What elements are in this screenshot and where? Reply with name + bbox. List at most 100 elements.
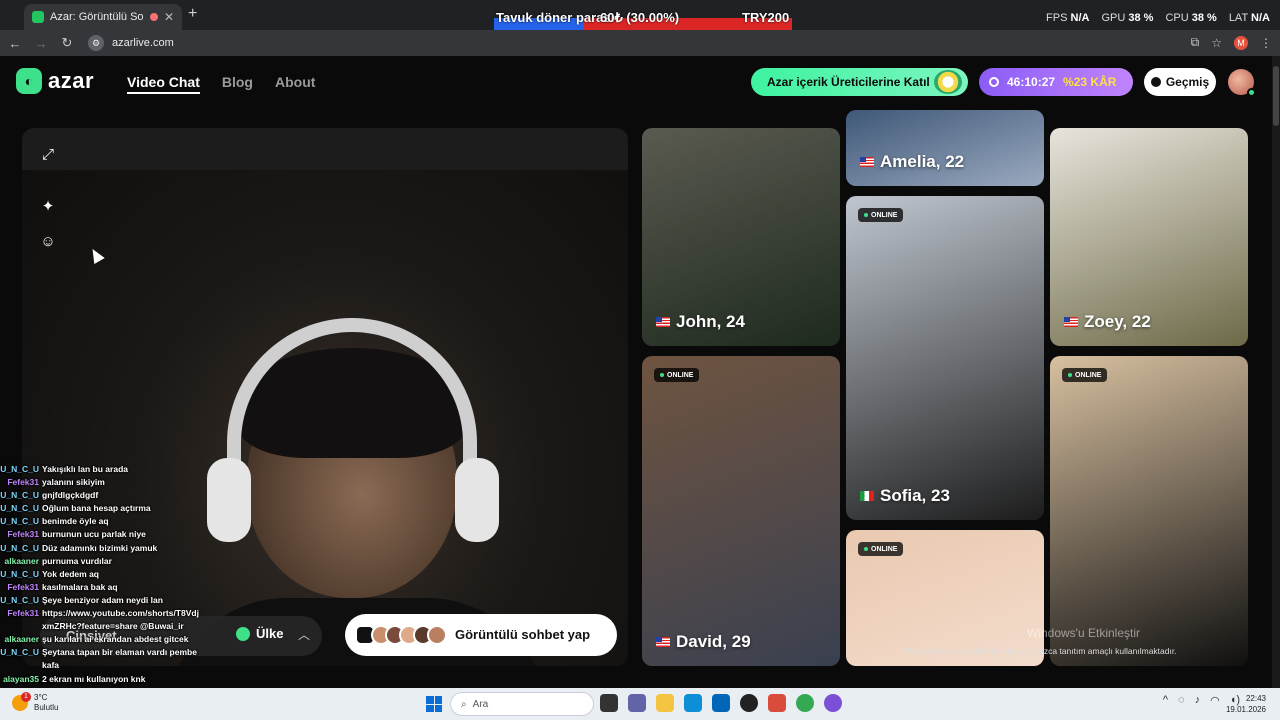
site-info-icon[interactable]: ⚙ — [88, 35, 104, 51]
search-icon: ⌕ — [461, 698, 467, 710]
chat-username: alkaaner — [4, 555, 40, 566]
model-name-text: Zoey, 22 — [1084, 312, 1151, 331]
taskbar-clock[interactable]: 22:43 19.01.2026 — [1226, 693, 1266, 715]
model-name: John, 24 — [656, 312, 745, 332]
chat-text: şu karıları ai ekrandan abdest gitcek — [42, 634, 189, 645]
address-bar[interactable]: ⚙ azarlive.com — [88, 35, 174, 51]
online-badge: ONLINE — [858, 542, 904, 556]
forward-icon[interactable]: → — [30, 36, 52, 51]
weather-widget[interactable]: 1 3°C Bulutlu — [12, 692, 58, 713]
usa-flag-icon — [860, 157, 874, 167]
model-name-text: John, 24 — [676, 312, 745, 331]
page-scrollbar[interactable] — [1272, 56, 1280, 688]
chat-message: U_N_C_U Yakışıklı lan bu arada — [0, 463, 230, 476]
model-name: Zoey, 22 — [1064, 312, 1151, 332]
chat-username: U_N_C_U — [0, 594, 39, 605]
install-app-icon[interactable]: ⧉ — [1191, 35, 1200, 50]
start-video-chat-button[interactable]: Görüntülü sohbet yap — [345, 614, 617, 656]
wifi-icon[interactable]: ◠ — [1210, 694, 1220, 707]
user-avatar[interactable] — [1228, 69, 1256, 97]
windows-taskbar: 1 3°C Bulutlu ⌕ Ara ^ ◌ ♪ ◠ ◖) 22:43 19.0… — [0, 688, 1280, 720]
performance-overlay: FPS N/A GPU 38 % CPU 38 % LAT N/A — [1046, 12, 1270, 24]
network-icon[interactable]: ◌ — [1178, 694, 1185, 707]
avatar — [427, 625, 447, 645]
taskbar-search[interactable]: ⌕ Ara — [450, 692, 594, 716]
face-filter-icon[interactable]: ☺ — [38, 231, 58, 251]
lat-readout: LAT N/A — [1228, 12, 1270, 24]
chevron-up-icon[interactable]: ︿ — [298, 626, 310, 643]
browser-tab[interactable]: Azar: Görüntülü Sohbet & Vide ✕ — [24, 4, 182, 30]
reload-icon[interactable]: ↻ — [56, 35, 78, 51]
chat-message: xmZRHc?feature=share @Buwai_ir — [0, 620, 230, 633]
chrome-icon[interactable] — [796, 694, 814, 712]
chat-text: Oğlum bana hesap açtırma — [42, 503, 151, 514]
model-card[interactable]: ONLINE Sofia, 23 — [846, 196, 1044, 520]
promo-timer-button[interactable]: 46:10:27 %23 KÂR — [979, 68, 1133, 96]
expand-icon[interactable]: ⤢ — [38, 144, 58, 164]
chat-text: burnunun ucu parlak niye — [42, 529, 146, 540]
new-tab-button[interactable]: + — [188, 5, 197, 23]
scrollbar-thumb[interactable] — [1273, 66, 1279, 126]
nav-video-chat[interactable]: Video Chat — [127, 74, 200, 94]
clock-date: 19.01.2026 — [1225, 705, 1266, 714]
menu-kebab-icon[interactable]: ⋮ — [1260, 36, 1272, 50]
close-tab-icon[interactable]: ✕ — [164, 10, 174, 24]
chevron-up-icon[interactable]: ^ — [1163, 694, 1168, 707]
file-explorer-icon[interactable] — [656, 694, 674, 712]
chat-text: kasılmalara bak aq — [42, 581, 118, 592]
model-name-text: Amelia, 22 — [880, 152, 965, 171]
chat-text: xmZRHc?feature=share @Buwai_ir — [42, 621, 184, 632]
chrome-profile-icon[interactable] — [824, 694, 842, 712]
site-header: ◐ azar Video Chat Blog About Azar içerik… — [0, 56, 1280, 108]
bookmark-star-icon[interactable]: ☆ — [1211, 36, 1222, 50]
recording-icon — [149, 13, 158, 21]
azar-logo[interactable]: ◐ azar — [16, 68, 94, 94]
obs-icon[interactable] — [740, 694, 758, 712]
model-name-text: David, 29 — [676, 632, 751, 651]
history-button[interactable]: Geçmiş — [1144, 68, 1216, 96]
usa-flag-icon — [656, 317, 670, 327]
search-placeholder: Ara — [472, 698, 489, 710]
toolbar-actions: ⧉ ☆ M ⋮ — [1191, 35, 1272, 50]
chat-text: https://www.youtube.com/shorts/T8Vdj — [42, 608, 199, 619]
nav-about[interactable]: About — [275, 74, 315, 94]
magic-wand-icon[interactable]: ✦ — [38, 196, 58, 216]
model-card[interactable]: John, 24 — [642, 128, 840, 346]
profile-avatar[interactable]: M — [1234, 35, 1248, 50]
app-icon[interactable] — [768, 694, 786, 712]
chat-username: U_N_C_U — [0, 647, 39, 658]
chat-message: U_N_C_U Oğlum bana hesap açtırma — [0, 502, 230, 515]
store-icon[interactable] — [712, 694, 730, 712]
task-view-icon[interactable] — [600, 694, 618, 712]
chat-username: U_N_C_U — [0, 568, 39, 579]
logo-text: azar — [48, 68, 95, 93]
edge-icon[interactable] — [684, 694, 702, 712]
fps-readout: FPS N/A — [1046, 12, 1090, 24]
weather-icon: 1 — [12, 692, 31, 711]
model-card[interactable]: ONLINE — [1050, 356, 1248, 666]
nav-blog[interactable]: Blog — [222, 74, 253, 94]
back-icon[interactable]: ← — [4, 36, 26, 51]
usa-flag-icon — [1064, 317, 1078, 327]
windows-start-icon[interactable] — [426, 696, 442, 712]
chat-message: alkaaner şu karıları ai ekrandan abdest g… — [0, 633, 230, 646]
creator-join-label: Azar içerik Üreticilerine Katıl — [767, 75, 930, 89]
chat-text: Yakışıklı lan bu arada — [42, 464, 128, 474]
model-card[interactable]: Amelia, 22 — [846, 110, 1044, 186]
chat-text: Düz adamınkı bizimki yamuk — [42, 542, 158, 553]
chat-username: Fefek31 — [7, 608, 39, 619]
country-label: Ülke — [256, 626, 284, 641]
teams-icon[interactable] — [628, 694, 646, 712]
chat-text: Şeytana tapan bir elaman vardı pembe — [42, 647, 197, 658]
model-name: Sofia, 23 — [860, 486, 950, 506]
chat-username: U_N_C_U — [0, 464, 39, 474]
webcam-person — [167, 308, 547, 666]
avatar-stack — [371, 625, 447, 645]
country-filter[interactable]: Ülke — [236, 626, 283, 641]
chat-message: U_N_C_U gnjfdlgçkdgdf — [0, 489, 230, 502]
creator-join-button[interactable]: Azar içerik Üreticilerine Katıl — [751, 68, 968, 96]
azar-favicon-icon — [32, 11, 44, 23]
microphone-icon[interactable]: ♪ — [1195, 694, 1201, 707]
model-card[interactable]: ONLINE David, 29 — [642, 356, 840, 666]
model-card[interactable]: Zoey, 22 — [1050, 128, 1248, 346]
